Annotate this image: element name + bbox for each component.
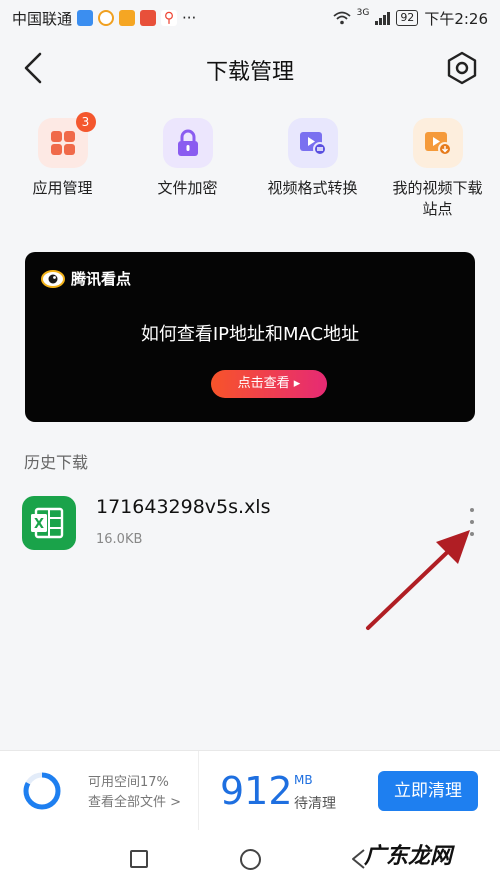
tool-label: 我的视频下载站点	[392, 179, 483, 218]
notification-app-icon	[140, 10, 157, 26]
clock: 下午2:26	[424, 9, 488, 28]
count-badge: 3	[75, 112, 96, 132]
banner-headline: 如何查看IP地址和MAC地址	[140, 324, 360, 345]
location-pin-icon: ⚲	[161, 10, 178, 26]
notification-app-icon	[98, 10, 115, 26]
history-section-title: 历史下载	[24, 453, 89, 472]
home-button[interactable]	[240, 849, 261, 870]
cleanable-size-unit: MB	[294, 773, 313, 787]
clean-now-button[interactable]: 立即清理	[378, 771, 478, 811]
status-bar: 中国联通 ⚲ ··· 3G 92 下午2:26	[0, 0, 500, 36]
lock-icon	[162, 118, 213, 168]
storage-bar: 可用空间17% 查看全部文件 > 912 MB 待清理 立即清理	[0, 750, 500, 831]
system-nav-bar: 广东龙网	[0, 830, 500, 889]
video-download-icon	[412, 118, 463, 168]
file-name: 171643298v5s.xls	[96, 496, 271, 518]
tool-label: 视频格式转换	[267, 179, 358, 197]
network-type-label: 3G	[356, 8, 370, 18]
excel-file-icon: X	[22, 496, 76, 550]
tool-file-encryption[interactable]: 文件加密	[125, 118, 250, 228]
annotation-arrow-icon	[366, 530, 470, 630]
tool-video-convert[interactable]: 视频格式转换	[250, 118, 375, 228]
page-title: 下载管理	[205, 60, 294, 85]
header: 下载管理	[0, 36, 500, 100]
carrier-label: 中国联通	[12, 9, 73, 28]
available-space-label: 可用空间17%	[88, 775, 169, 790]
view-all-files-link[interactable]: 查看全部文件 >	[88, 793, 181, 813]
eye-logo-icon	[41, 269, 65, 288]
battery-icon: 92	[396, 10, 419, 26]
storage-ring-icon	[23, 772, 61, 810]
cleanable-size-value: 912	[220, 769, 293, 813]
more-notifications-icon: ···	[182, 9, 197, 27]
promo-banner[interactable]: 腾讯看点 如何查看IP地址和MAC地址 点击查看 ▸	[25, 252, 475, 422]
tool-app-management[interactable]: 3 应用管理	[0, 112, 125, 228]
divider	[198, 751, 199, 831]
hexagon-settings-icon	[447, 51, 477, 85]
brand-logo: 腾讯看点	[41, 268, 131, 289]
storage-info[interactable]: 可用空间17% 查看全部文件 >	[88, 773, 181, 813]
file-size: 16.0KB	[96, 532, 143, 547]
tools-row: 3 应用管理 文件加密 视频格式转换 我的视频下载站点	[0, 112, 500, 228]
cleanable-size-label: 待清理	[294, 796, 336, 812]
video-convert-icon	[287, 118, 338, 168]
tool-video-download-sites[interactable]: 我的视频下载站点	[375, 118, 500, 228]
signal-icon	[375, 11, 391, 25]
wifi-icon	[333, 11, 351, 25]
recent-apps-button[interactable]	[130, 850, 148, 868]
banner-view-button[interactable]: 点击查看 ▸	[211, 370, 327, 398]
more-dot-icon	[470, 520, 474, 524]
more-dot-icon	[470, 508, 474, 512]
notification-app-icon	[77, 10, 94, 26]
tool-label: 应用管理	[32, 179, 93, 197]
watermark: 广东龙网	[364, 844, 453, 869]
settings-button[interactable]	[444, 50, 480, 86]
tool-label: 文件加密	[157, 179, 218, 197]
svg-text:X: X	[34, 517, 44, 532]
app-grid-icon: 3	[37, 112, 96, 168]
notification-app-icon	[119, 10, 136, 26]
brand-name: 腾讯看点	[71, 270, 132, 288]
